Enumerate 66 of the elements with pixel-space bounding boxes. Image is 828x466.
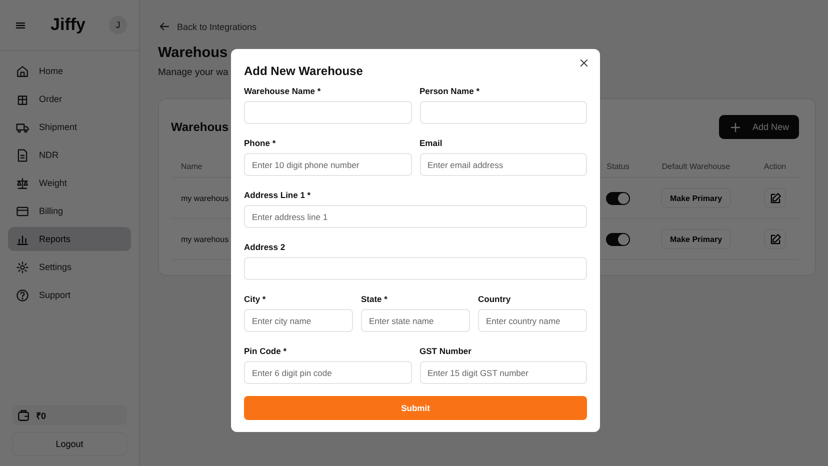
edit-icon: [768, 192, 782, 204]
wallet-balance[interactable]: ₹0: [12, 405, 127, 425]
nav-icon: [16, 64, 29, 78]
back-link[interactable]: Back to Integrations: [158, 20, 816, 33]
edit-button[interactable]: [764, 229, 786, 249]
field-label: Pin Code *: [244, 346, 288, 357]
page-title: Warehous: [158, 45, 228, 61]
logout-button[interactable]: Logout: [12, 432, 127, 456]
nav-icon: [16, 176, 29, 190]
sidebar-item[interactable]: Support: [8, 283, 131, 307]
plus-icon: [729, 120, 742, 134]
input-field[interactable]: Enter country name: [478, 309, 587, 332]
field-label: GST Number: [420, 346, 472, 357]
column-header: Action: [751, 155, 799, 178]
column-header: Default Warehouse: [641, 155, 751, 178]
nav-icon: [16, 260, 29, 274]
input-field[interactable]: Enter 15 digit GST number: [420, 361, 587, 384]
edit-icon: [768, 232, 782, 246]
input-field[interactable]: Enter address line 1: [244, 205, 587, 228]
edit-button[interactable]: [764, 188, 786, 208]
sidebar-item[interactable]: Reports: [8, 227, 131, 251]
dialog-title: Add New Warehouse: [244, 64, 364, 78]
sidebar-item[interactable]: Weight: [8, 171, 131, 195]
status-toggle[interactable]: [606, 232, 630, 246]
brand-name: Jiffy: [50, 15, 86, 35]
field-label: Phone *: [244, 138, 277, 149]
input-field[interactable]: [244, 101, 412, 124]
field-label: Country: [478, 294, 512, 305]
status-toggle[interactable]: [606, 192, 630, 204]
input-field[interactable]: Enter email address: [420, 153, 587, 176]
sidebar-item[interactable]: Billing: [8, 199, 131, 223]
add-new-button[interactable]: Add New: [719, 115, 799, 139]
avatar[interactable]: J: [109, 16, 127, 34]
input-field[interactable]: [244, 257, 587, 280]
input-field[interactable]: [420, 101, 587, 124]
card-title: Warehous: [171, 120, 229, 134]
input-field[interactable]: Enter city name: [244, 309, 353, 332]
field-label: Address 2: [244, 242, 286, 253]
input-field[interactable]: Enter state name: [361, 309, 470, 332]
field-label: Email: [420, 138, 444, 149]
sidebar-item[interactable]: Settings: [8, 255, 131, 279]
warehouse-name: my warehous: [181, 234, 229, 244]
input-field[interactable]: Enter 10 digit phone number: [244, 153, 412, 176]
sidebar-item[interactable]: Shipment: [8, 115, 131, 139]
sidebar-item[interactable]: Order: [8, 87, 131, 111]
wallet-icon: [17, 408, 30, 422]
nav-icon: [16, 120, 29, 134]
nav-icon: [16, 148, 29, 162]
input-field[interactable]: Enter 6 digit pin code: [244, 361, 412, 384]
sidebar-item[interactable]: NDR: [8, 143, 131, 167]
warehouse-name: my warehous: [181, 194, 229, 202]
nav-icon: [16, 288, 29, 302]
field-label: Warehouse Name *: [244, 86, 322, 97]
nav-icon: [16, 92, 29, 106]
submit-button[interactable]: Submit: [244, 396, 587, 420]
sidebar-item[interactable]: Home: [8, 59, 131, 83]
page-subtitle: Manage your wa: [158, 67, 228, 78]
make-primary-button[interactable]: Make Primary: [660, 188, 732, 208]
field-label: City *: [244, 294, 267, 305]
field-label: State *: [361, 294, 388, 305]
field-label: Person Name *: [420, 86, 480, 97]
field-label: Address Line 1 *: [244, 190, 312, 201]
back-arrow-icon: [158, 20, 171, 33]
nav-icon: [16, 204, 29, 218]
balance-amount: ₹0: [36, 410, 46, 422]
make-primary-button[interactable]: Make Primary: [660, 229, 732, 249]
